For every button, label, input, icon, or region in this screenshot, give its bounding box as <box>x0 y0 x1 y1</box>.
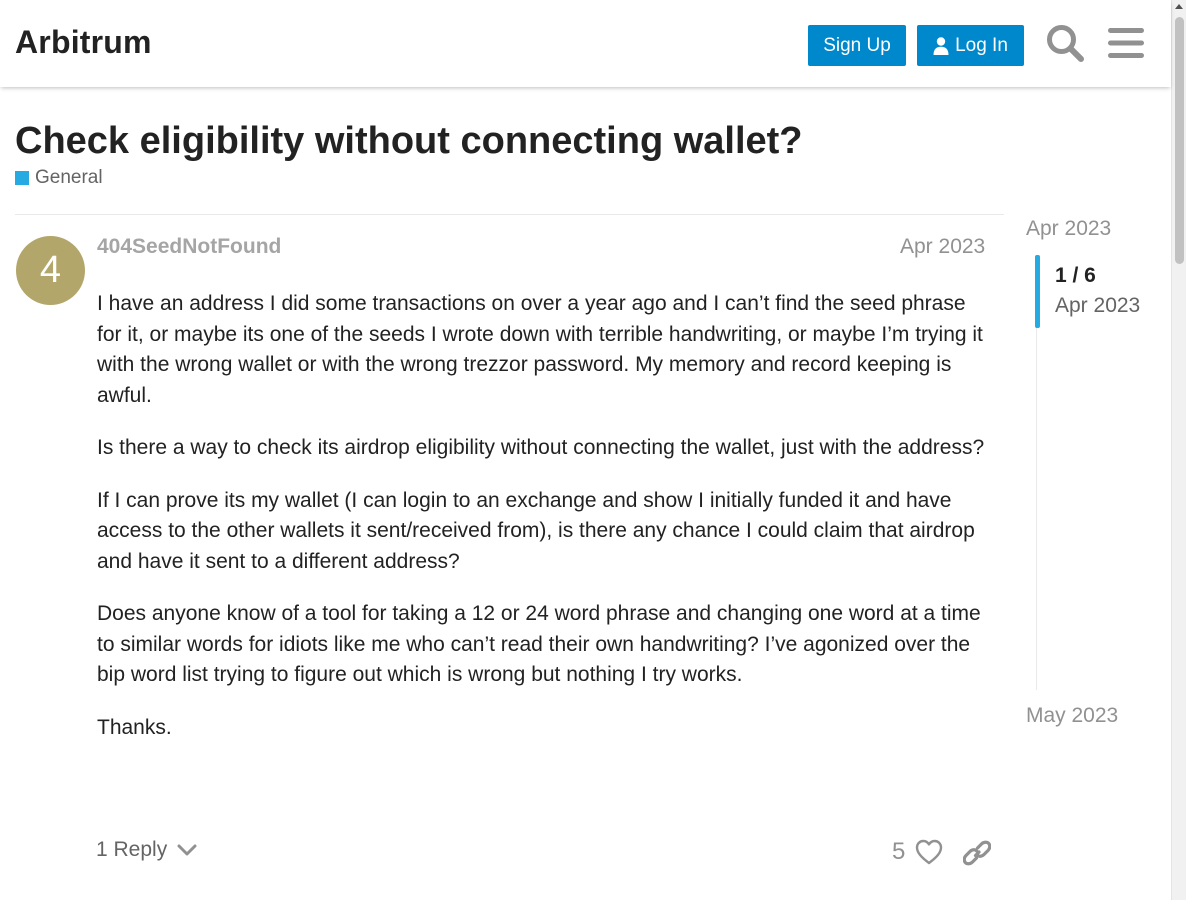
post-paragraph: Does anyone know of a tool for taking a … <box>97 602 981 686</box>
post-paragraph: Thanks. <box>97 715 172 739</box>
scroll-up-arrow-icon[interactable] <box>1175 4 1183 9</box>
share-link-icon[interactable] <box>962 838 992 868</box>
category-color-swatch <box>15 171 29 185</box>
timeline-position-date: Apr 2023 <box>1055 294 1141 317</box>
chevron-down-icon <box>177 844 197 856</box>
topic-title[interactable]: Check eligibility without connecting wal… <box>15 120 803 163</box>
avatar[interactable]: 4 <box>16 236 85 305</box>
sign-up-button[interactable]: Sign Up <box>808 25 906 66</box>
topic-divider <box>15 214 1004 215</box>
timeline-handle[interactable] <box>1035 255 1040 328</box>
log-in-button[interactable]: Log In <box>917 25 1024 66</box>
show-replies-button[interactable]: 1 Reply <box>96 838 197 862</box>
like-count: 5 <box>892 838 906 865</box>
category-label: General <box>35 167 103 188</box>
like-button[interactable]: 5 <box>892 838 943 866</box>
site-header: Arbitrum Sign Up Log In <box>0 0 1171 87</box>
site-title[interactable]: Arbitrum <box>15 24 152 61</box>
post-paragraph: If I can prove its my wallet (I can logi… <box>97 488 975 573</box>
search-icon[interactable] <box>1044 22 1086 64</box>
category-badge[interactable]: General <box>15 167 103 189</box>
page-scrollbar[interactable] <box>1171 0 1186 900</box>
post-body: I have an address I did some transaction… <box>97 289 992 765</box>
timeline-start-date[interactable]: Apr 2023 <box>1026 217 1111 241</box>
timeline-position: 1 / 6 <box>1055 264 1096 287</box>
post-username[interactable]: 404SeedNotFound <box>97 235 281 259</box>
post-paragraph: I have an address I did some transaction… <box>97 292 983 407</box>
scrollbar-thumb[interactable] <box>1175 17 1184 264</box>
user-icon <box>933 36 949 55</box>
timeline-end-date[interactable]: May 2023 <box>1026 704 1118 728</box>
replies-label: 1 Reply <box>96 838 168 861</box>
post-date[interactable]: Apr 2023 <box>900 235 985 259</box>
heart-icon <box>916 839 943 865</box>
post-paragraph: Is there a way to check its airdrop elig… <box>97 436 985 459</box>
log-in-label: Log In <box>955 34 1008 56</box>
hamburger-menu-icon[interactable] <box>1105 22 1147 64</box>
